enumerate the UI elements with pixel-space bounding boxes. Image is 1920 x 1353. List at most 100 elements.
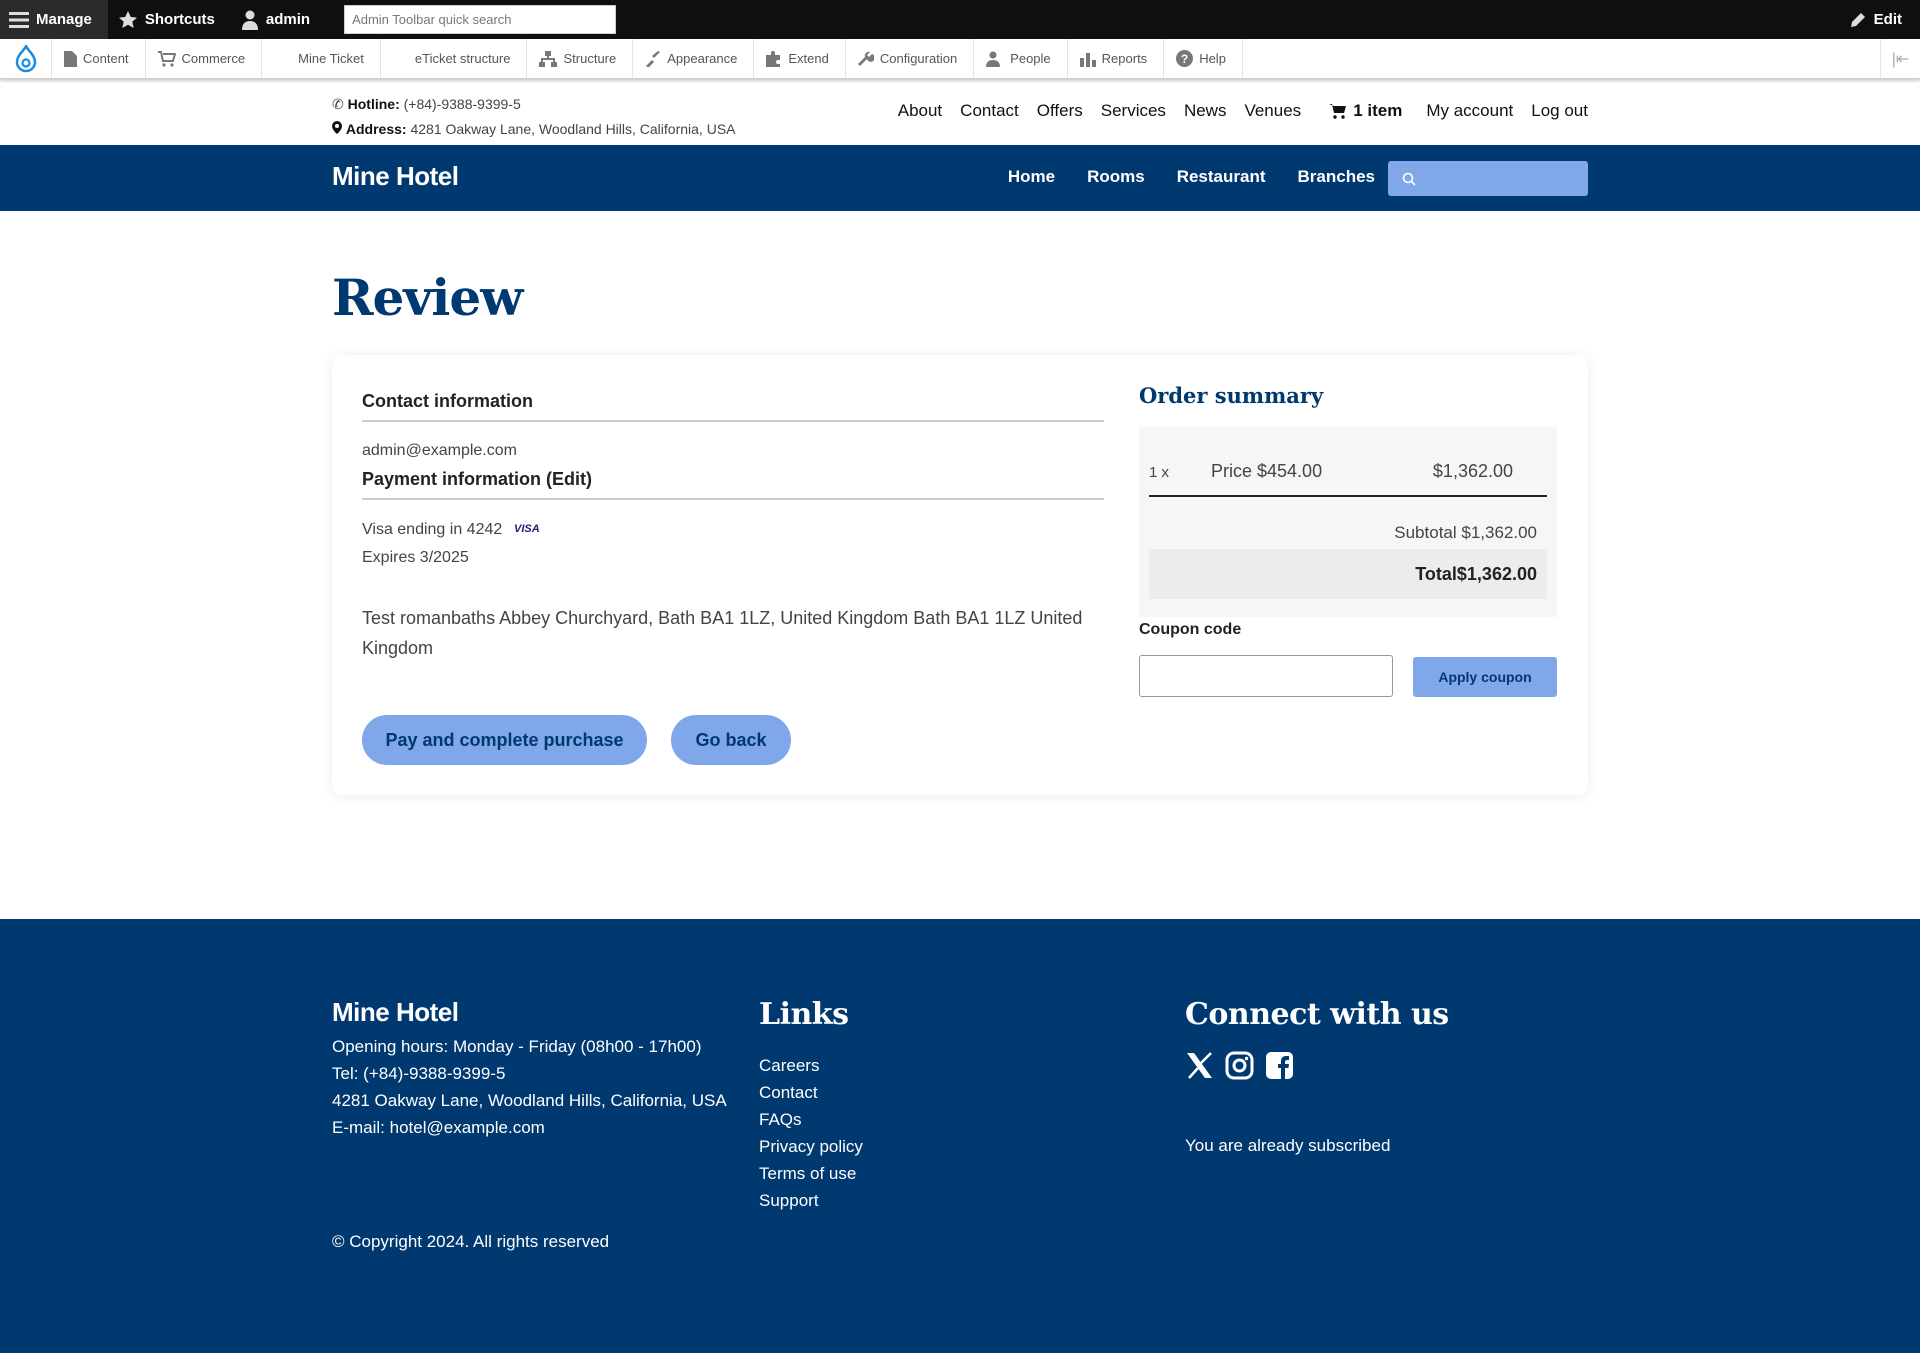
- footer-link-terms[interactable]: Terms of use: [759, 1160, 863, 1187]
- tray-item-appearance[interactable]: Appearance: [633, 39, 755, 78]
- hamburger-icon: [9, 11, 29, 28]
- footer-link-careers[interactable]: Careers: [759, 1052, 863, 1079]
- user-label: admin: [265, 11, 311, 28]
- tray-item-eticket-structure[interactable]: eTicket structure: [381, 39, 528, 78]
- nav-contact[interactable]: Contact: [960, 101, 1019, 121]
- footer-info: Opening hours: Monday - Friday (08h00 - …: [332, 1033, 727, 1141]
- item-quantity: 1 x: [1149, 464, 1170, 481]
- x-twitter-icon[interactable]: [1185, 1051, 1214, 1080]
- footer-link-privacy[interactable]: Privacy policy: [759, 1133, 863, 1160]
- nav-branches[interactable]: Branches: [1298, 167, 1375, 187]
- bar-chart-icon: [1079, 52, 1096, 67]
- footer-link-support[interactable]: Support: [759, 1187, 863, 1214]
- billing-address-line: Kingdom: [362, 638, 434, 658]
- instagram-icon[interactable]: [1225, 1051, 1254, 1080]
- manage-label: Manage: [36, 11, 92, 28]
- top-nav: About Contact Offers Services News Venue…: [898, 101, 1588, 121]
- order-item-row: 1 x Price $454.00 $1,362.00: [1149, 427, 1547, 497]
- nav-log-out[interactable]: Log out: [1531, 101, 1588, 121]
- drupal-logo[interactable]: [0, 39, 52, 78]
- card-expiry: Expires 3/2025: [362, 549, 469, 566]
- site-footer: Mine Hotel Opening hours: Monday - Frida…: [0, 919, 1920, 1353]
- wrench-icon: [857, 51, 874, 66]
- nav-services[interactable]: Services: [1101, 101, 1166, 121]
- footer-link-contact[interactable]: Contact: [759, 1079, 863, 1106]
- user-button[interactable]: admin: [231, 0, 326, 39]
- facebook-icon[interactable]: [1265, 1051, 1294, 1080]
- shortcuts-button[interactable]: Shortcuts: [108, 0, 231, 39]
- social-links: [1185, 1051, 1294, 1080]
- tray-item-mine-ticket[interactable]: Mine Ticket: [262, 39, 381, 78]
- tray-item-commerce[interactable]: Commerce: [146, 39, 263, 78]
- payment-info-heading[interactable]: Payment information (Edit): [362, 469, 1104, 500]
- hotline-value: (+84)-9388-9399-5: [403, 96, 521, 112]
- card-description: Visa ending in 4242: [362, 521, 503, 538]
- go-back-button[interactable]: Go back: [671, 715, 791, 765]
- pencil-icon: [1850, 12, 1865, 27]
- footer-hours: Opening hours: Monday - Friday (08h00 - …: [332, 1037, 702, 1056]
- footer-link-faqs[interactable]: FAQs: [759, 1106, 863, 1133]
- review-card: Contact information admin@example.com Pa…: [332, 355, 1588, 795]
- tray-item-label: Content: [83, 51, 129, 66]
- admin-toolbar: Manage Shortcuts admin Admin Toolbar qui…: [0, 0, 1920, 39]
- map-pin-icon: [332, 121, 342, 134]
- edit-button[interactable]: Edit: [1850, 11, 1920, 28]
- tray-item-structure[interactable]: Structure: [527, 39, 634, 78]
- tray-item-reports[interactable]: Reports: [1068, 39, 1165, 78]
- page-title: Review: [332, 268, 523, 327]
- pay-complete-button[interactable]: Pay and complete purchase: [362, 715, 647, 765]
- tray-item-people[interactable]: People: [974, 39, 1068, 78]
- footer-links: Careers Contact FAQs Privacy policy Term…: [759, 1052, 863, 1214]
- order-summary-heading: Order summary: [1139, 383, 1324, 408]
- footer-address: 4281 Oakway Lane, Woodland Hills, Califo…: [332, 1091, 727, 1110]
- nav-news[interactable]: News: [1184, 101, 1227, 121]
- footer-connect-heading: Connect with us: [1185, 997, 1449, 1032]
- tray-item-label: Mine Ticket: [298, 51, 364, 66]
- file-icon: [64, 50, 77, 67]
- main-navbar: Mine Hotel Home Rooms Restaurant Branche…: [0, 145, 1920, 211]
- collapse-tray-button[interactable]: |⇤: [1880, 39, 1920, 78]
- tray-item-extend[interactable]: Extend: [754, 39, 846, 78]
- phone-icon: ✆: [332, 96, 344, 112]
- tray-item-help[interactable]: ? Help: [1164, 39, 1243, 78]
- tray-item-configuration[interactable]: Configuration: [846, 39, 975, 78]
- order-total-value: Total$1,362.00: [1415, 563, 1537, 584]
- nav-about[interactable]: About: [898, 101, 942, 121]
- site-topbar: ✆ Hotline: (+84)-9388-9399-5 Address: 42…: [0, 79, 1920, 145]
- nav-my-account[interactable]: My account: [1426, 101, 1513, 121]
- hotline-line: ✆ Hotline: (+84)-9388-9399-5: [332, 92, 736, 117]
- nav-offers[interactable]: Offers: [1037, 101, 1083, 121]
- order-summary-box: 1 x Price $454.00 $1,362.00 Subtotal $1,…: [1139, 427, 1557, 617]
- order-total: Total$1,362.00: [1149, 549, 1547, 599]
- people-icon: [986, 51, 1001, 67]
- tray-item-label: People: [1010, 51, 1051, 66]
- nav-restaurant[interactable]: Restaurant: [1177, 167, 1266, 187]
- user-icon: [241, 10, 258, 30]
- subscription-status: You are already subscribed: [1185, 1136, 1391, 1155]
- contact-info: ✆ Hotline: (+84)-9388-9399-5 Address: 42…: [332, 92, 736, 142]
- hotline-label: Hotline:: [347, 96, 400, 112]
- footer-links-heading: Links: [759, 997, 849, 1032]
- address-value: 4281 Oakway Lane, Woodland Hills, Califo…: [410, 121, 736, 137]
- billing-address-line: Test romanbaths Abbey Churchyard, Bath B…: [362, 608, 1083, 628]
- admin-toolbar-tray: Content Commerce Mine Ticket eTicket str…: [0, 39, 1920, 79]
- nav-home[interactable]: Home: [1008, 167, 1055, 187]
- toolbar-search-input[interactable]: Admin Toolbar quick search: [344, 5, 617, 34]
- nav-rooms[interactable]: Rooms: [1087, 167, 1145, 187]
- footer-phone: Tel: (+84)-9388-9399-5: [332, 1064, 506, 1083]
- cart-link[interactable]: 1 item: [1329, 101, 1402, 121]
- site-brand[interactable]: Mine Hotel: [332, 161, 459, 192]
- toolbar-search-placeholder: Admin Toolbar quick search: [352, 12, 512, 27]
- coupon-code-input[interactable]: [1139, 655, 1393, 697]
- cart-count: 1 item: [1353, 101, 1403, 120]
- contact-email: admin@example.com: [362, 442, 517, 459]
- tray-item-content[interactable]: Content: [52, 39, 146, 78]
- nav-venues[interactable]: Venues: [1244, 101, 1301, 121]
- footer-brand: Mine Hotel: [332, 997, 459, 1027]
- site-search-input[interactable]: [1388, 161, 1588, 196]
- tray-item-label: Reports: [1101, 51, 1148, 66]
- order-subtotal: Subtotal $1,362.00: [1394, 523, 1537, 542]
- sitemap-icon: [539, 50, 558, 67]
- manage-button[interactable]: Manage: [0, 0, 108, 39]
- apply-coupon-button[interactable]: Apply coupon: [1413, 657, 1557, 697]
